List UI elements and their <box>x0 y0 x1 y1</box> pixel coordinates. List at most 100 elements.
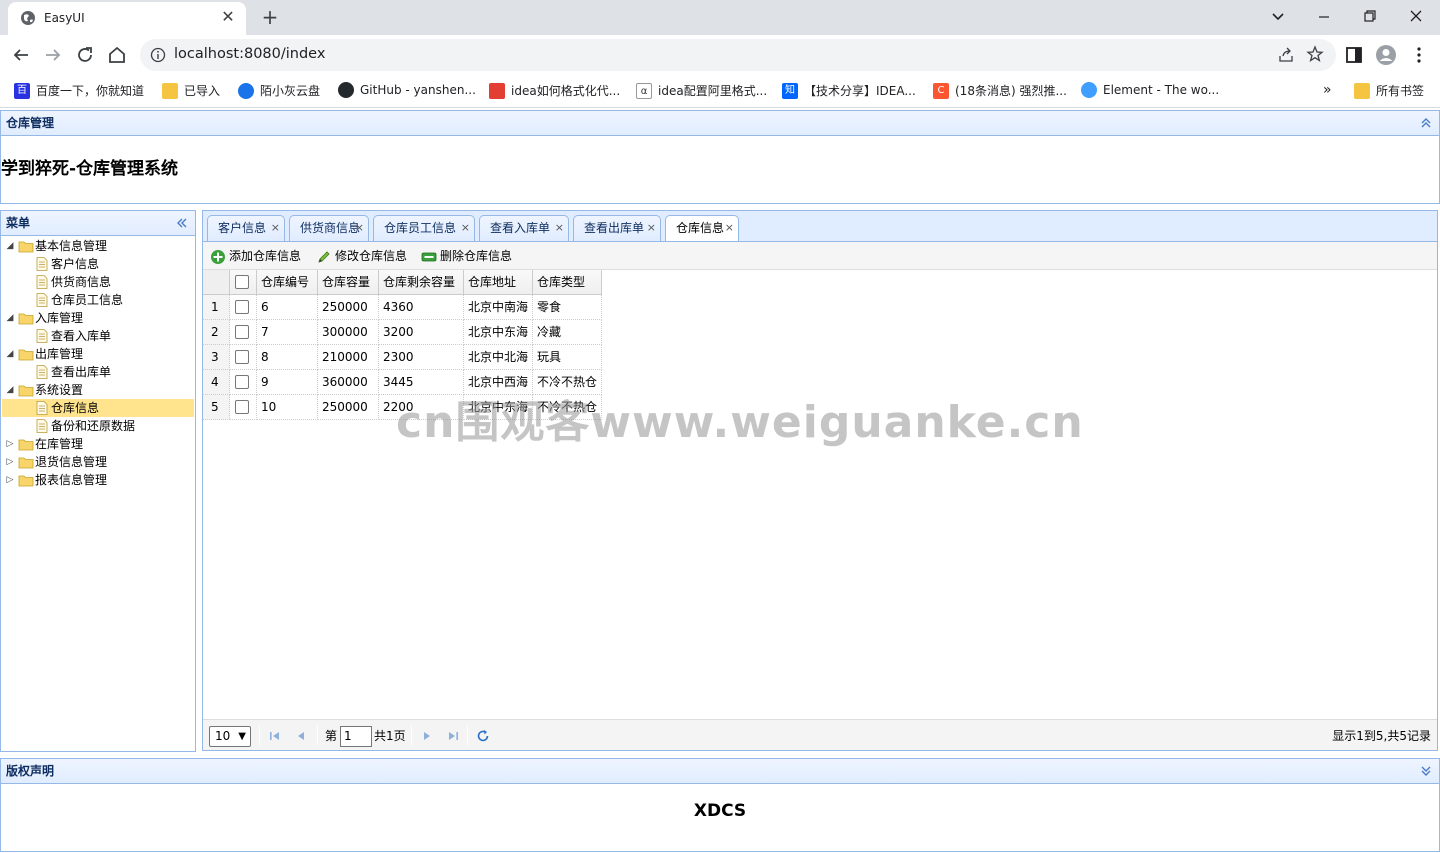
share-icon[interactable] <box>1278 47 1294 63</box>
tree-folder-node[interactable]: ▷ 在库管理 <box>2 435 194 453</box>
tab-item[interactable]: 查看出库单 × <box>573 215 661 241</box>
col-header-remaining[interactable]: 仓库剩余容量 <box>379 270 464 295</box>
tab-item[interactable]: 客户信息 × <box>207 215 285 241</box>
menu-kebab-icon[interactable] <box>1408 44 1430 66</box>
rownum-header <box>203 270 230 295</box>
close-icon[interactable]: × <box>271 216 280 240</box>
close-icon[interactable]: × <box>355 216 364 240</box>
browser-tab[interactable]: EasyUI ✕ <box>8 2 246 35</box>
bookmark-item[interactable]: α idea配置阿里格式... <box>636 82 767 100</box>
tree-folder-node[interactable]: ◢ 出库管理 <box>2 345 194 363</box>
bookmark-item[interactable]: 百百度一下，你就知道 <box>14 82 144 100</box>
prev-page-icon[interactable] <box>293 728 309 744</box>
tree-leaf-node[interactable]: 备份和还原数据 <box>2 417 194 435</box>
profile-avatar-icon[interactable] <box>1375 44 1397 66</box>
tree-collapsed-icon[interactable]: ▷ <box>2 471 18 489</box>
tree-collapsed-icon[interactable]: ▷ <box>2 435 18 453</box>
home-icon[interactable] <box>104 42 130 68</box>
tree-expanded-icon[interactable]: ◢ <box>2 237 18 255</box>
bookmark-item[interactable]: idea如何格式化代... <box>489 82 620 100</box>
add-warehouse-button[interactable]: 添加仓库信息 <box>210 247 301 265</box>
bookmark-item[interactable]: 已导入 <box>162 82 220 100</box>
table-cell: 250000 <box>318 295 379 320</box>
address-bar[interactable]: localhost:8080/index <box>140 39 1336 71</box>
col-header-id[interactable]: 仓库编号 <box>257 270 318 295</box>
col-header-capacity[interactable]: 仓库容量 <box>318 270 379 295</box>
row-checkbox[interactable] <box>235 374 249 389</box>
side-panel-icon[interactable] <box>1343 44 1365 66</box>
all-bookmarks-folder[interactable]: 所有书签 <box>1354 82 1424 100</box>
tree-leaf-node[interactable]: 仓库信息 <box>2 399 194 417</box>
info-icon[interactable] <box>150 47 166 63</box>
col-header-address[interactable]: 仓库地址 <box>464 270 533 295</box>
row-checkbox[interactable] <box>235 349 249 364</box>
tree-leaf-node[interactable]: 查看入库单 <box>2 327 194 345</box>
bookmark-item[interactable]: GitHub - yanshen... <box>338 82 476 100</box>
page-size-select[interactable]: 10 ▼ <box>209 726 251 747</box>
back-icon[interactable] <box>8 42 34 68</box>
refresh-icon[interactable] <box>475 728 491 744</box>
tree-folder-node[interactable]: ◢ 基本信息管理 <box>2 237 194 255</box>
tab-item[interactable]: 仓库信息 × <box>665 215 739 242</box>
last-page-icon[interactable] <box>445 728 461 744</box>
next-page-icon[interactable] <box>419 728 435 744</box>
row-checkbox[interactable] <box>235 324 249 339</box>
first-page-icon[interactable] <box>267 728 283 744</box>
row-checkbox[interactable] <box>235 399 249 414</box>
file-icon <box>34 417 50 435</box>
grid-toolbar: 添加仓库信息 修改仓库信息 删除仓库信息 <box>203 242 1437 270</box>
tree-expanded-icon[interactable]: ◢ <box>2 345 18 363</box>
bookmark-star-icon[interactable] <box>1306 45 1324 63</box>
tree-node-label: 客户信息 <box>51 257 100 271</box>
tab-item[interactable]: 供货商信息 × <box>289 215 369 241</box>
close-icon[interactable]: × <box>555 216 564 240</box>
collapse-up-icon[interactable] <box>1419 116 1433 130</box>
row-select-cell[interactable] <box>230 395 257 420</box>
minimize-icon[interactable] <box>1310 4 1338 28</box>
close-tab-icon[interactable]: ✕ <box>218 7 238 27</box>
bookmark-item[interactable]: C (18条消息) 强烈推... <box>933 82 1067 100</box>
row-select-cell[interactable] <box>230 370 257 395</box>
tab-search-icon[interactable] <box>1264 4 1292 28</box>
collapse-left-icon[interactable] <box>175 216 189 230</box>
tree-leaf-node[interactable]: 仓库员工信息 <box>2 291 194 309</box>
tree-leaf-node[interactable]: 供货商信息 <box>2 273 194 291</box>
tree-folder-node[interactable]: ▷ 报表信息管理 <box>2 471 194 489</box>
row-select-cell[interactable] <box>230 295 257 320</box>
tree-leaf-node[interactable]: 客户信息 <box>2 255 194 273</box>
tree-collapsed-icon[interactable]: ▷ <box>2 453 18 471</box>
select-all-checkbox[interactable] <box>235 274 249 289</box>
reload-icon[interactable] <box>72 42 98 68</box>
forward-icon[interactable] <box>40 42 66 68</box>
tree-folder-node[interactable]: ▷ 退货信息管理 <box>2 453 194 471</box>
tree-folder-node[interactable]: ◢ 入库管理 <box>2 309 194 327</box>
close-icon[interactable]: × <box>725 216 734 240</box>
page-number-input[interactable]: 1 <box>340 726 372 747</box>
bookmark-item[interactable]: Element - The wo... <box>1081 82 1219 100</box>
close-window-icon[interactable] <box>1402 4 1430 28</box>
tab-item[interactable]: 查看入库单 × <box>479 215 569 241</box>
north-panel-title: 仓库管理 <box>6 116 55 130</box>
delete-warehouse-button[interactable]: 删除仓库信息 <box>421 247 512 265</box>
tab-item[interactable]: 仓库员工信息 × <box>373 215 475 241</box>
row-checkbox[interactable] <box>235 299 249 314</box>
collapse-down-icon[interactable] <box>1419 764 1433 778</box>
select-all-cell[interactable] <box>230 270 257 295</box>
close-icon[interactable]: × <box>461 216 470 240</box>
bookmark-item[interactable]: 陌小灰云盘 <box>238 82 320 100</box>
tree-expanded-icon[interactable]: ◢ <box>2 309 18 327</box>
restore-icon[interactable] <box>1356 4 1384 28</box>
bookmark-item[interactable]: 知【技术分享】IDEA... <box>782 82 916 100</box>
new-tab-button[interactable]: + <box>256 5 284 29</box>
row-select-cell[interactable] <box>230 345 257 370</box>
edit-warehouse-button[interactable]: 修改仓库信息 <box>316 247 407 265</box>
row-select-cell[interactable] <box>230 320 257 345</box>
tree-folder-node[interactable]: ◢ 系统设置 <box>2 381 194 399</box>
tree-node-label: 仓库信息 <box>51 401 100 415</box>
tree-leaf-node[interactable]: 查看出库单 <box>2 363 194 381</box>
more-bookmarks-button[interactable]: » <box>1323 82 1332 100</box>
close-icon[interactable]: × <box>647 216 656 240</box>
url-text[interactable]: localhost:8080/index <box>174 46 325 62</box>
col-header-type[interactable]: 仓库类型 <box>533 270 602 295</box>
tree-expanded-icon[interactable]: ◢ <box>2 381 18 399</box>
